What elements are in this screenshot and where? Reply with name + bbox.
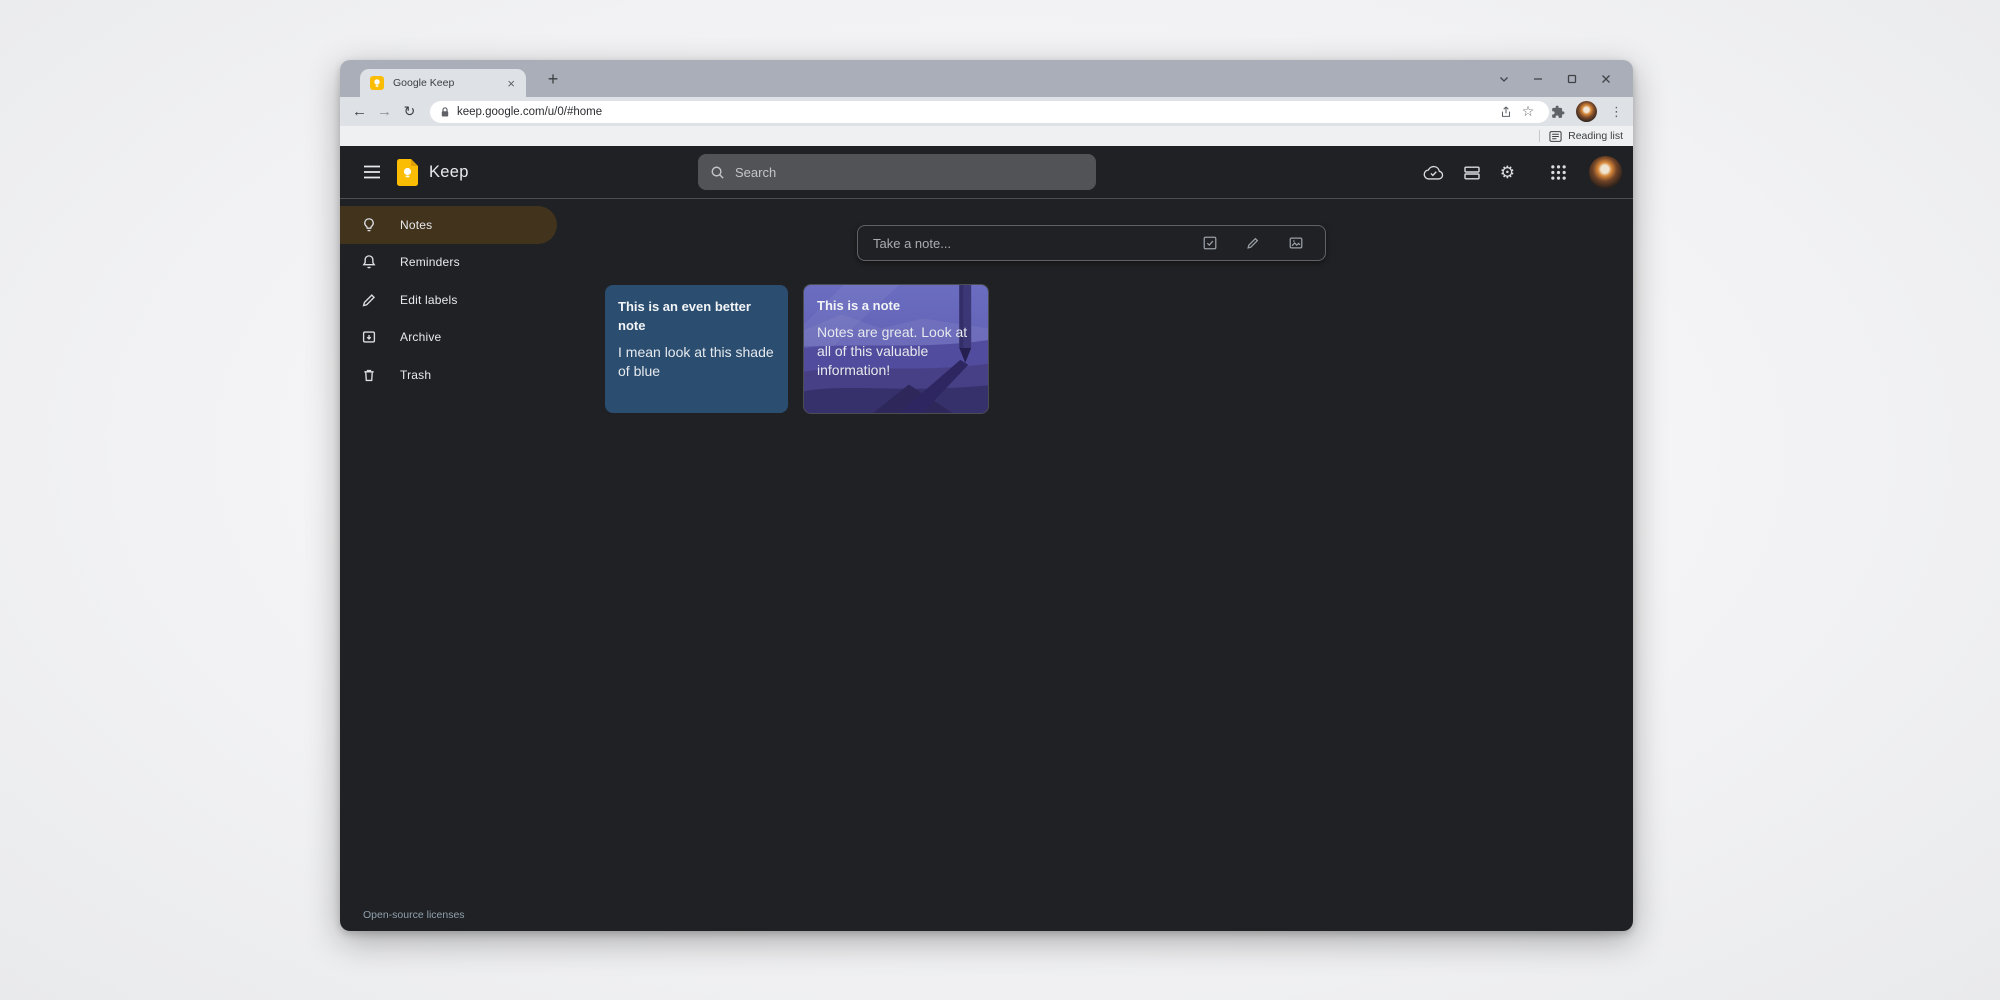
keep-search-bar[interactable] <box>698 154 1096 190</box>
sidebar-item-edit-labels[interactable]: Edit labels <box>340 281 557 319</box>
bookmarks-bar: Reading list <box>340 126 1633 146</box>
sidebar-item-notes[interactable]: Notes <box>340 206 557 244</box>
bookmark-star-icon[interactable]: ☆ <box>1517 103 1539 120</box>
new-checkbox-list-icon[interactable] <box>1202 235 1218 251</box>
url-text: keep.google.com/u/0/#home <box>457 106 1495 118</box>
browser-toolbar: ← → ↻ keep.google.com/u/0/#home ☆ ⋮ <box>340 97 1633 126</box>
note-card-blue[interactable]: This is an even better note I mean look … <box>605 285 788 413</box>
sidebar-item-label: Archive <box>400 330 441 344</box>
close-window-icon[interactable] <box>1589 60 1623 97</box>
keep-appbar: Keep ⚙ <box>340 146 1633 199</box>
sidebar: Notes Reminders Edit labels Archive <box>340 206 620 394</box>
browser-menu-chevron-icon[interactable] <box>1487 60 1521 97</box>
browser-profile-avatar[interactable] <box>1576 101 1597 122</box>
sidebar-item-label: Notes <box>400 218 432 232</box>
new-tab-button[interactable]: + <box>540 66 566 92</box>
keep-app: Keep ⚙ <box>340 146 1633 931</box>
note-title: This is a note <box>817 297 975 316</box>
tab-title: Google Keep <box>393 77 505 89</box>
sidebar-item-label: Edit labels <box>400 293 458 307</box>
sidebar-item-label: Reminders <box>400 255 460 269</box>
minimize-icon[interactable] <box>1521 60 1555 97</box>
note-title: This is an even better note <box>618 298 775 336</box>
reading-list-button[interactable]: Reading list <box>1568 130 1623 142</box>
extensions-puzzle-icon[interactable] <box>1551 105 1565 119</box>
window-controls <box>1487 60 1623 97</box>
pencil-icon <box>360 291 378 309</box>
search-icon <box>710 165 725 180</box>
list-view-icon[interactable] <box>1463 164 1481 182</box>
open-source-licenses-link[interactable]: Open-source licenses <box>363 909 465 921</box>
keep-header-actions: ⚙ <box>1423 146 1622 199</box>
main-menu-hamburger-icon[interactable] <box>359 159 385 185</box>
composer-placeholder: Take a note... <box>873 236 1202 251</box>
reading-list-icon <box>1549 130 1562 143</box>
reload-button[interactable]: ↻ <box>397 99 422 124</box>
toolbar-right-icons: ⋮ <box>1551 97 1625 126</box>
settings-gear-icon[interactable]: ⚙ <box>1500 163 1515 183</box>
sidebar-item-label: Trash <box>400 368 431 382</box>
forward-button[interactable]: → <box>372 99 397 124</box>
lock-icon <box>440 106 450 118</box>
maximize-icon[interactable] <box>1555 60 1589 97</box>
note-card-purple-artwork[interactable]: This is a note Notes are great. Look at … <box>803 284 989 414</box>
google-apps-grid-icon[interactable] <box>1550 164 1567 181</box>
sidebar-item-archive[interactable]: Archive <box>340 319 557 357</box>
tab-strip: Google Keep × + <box>340 60 1633 97</box>
note-body: I mean look at this shade of blue <box>618 343 775 381</box>
tab-google-keep[interactable]: Google Keep × <box>360 69 526 97</box>
composer-actions <box>1202 235 1304 251</box>
new-image-icon[interactable] <box>1288 235 1304 251</box>
sidebar-item-reminders[interactable]: Reminders <box>340 244 557 282</box>
sidebar-item-trash[interactable]: Trash <box>340 356 557 394</box>
take-a-note-composer[interactable]: Take a note... <box>857 225 1326 261</box>
app-title: Keep <box>429 163 469 182</box>
share-icon[interactable] <box>1495 105 1517 119</box>
cloud-synced-icon[interactable] <box>1423 164 1444 181</box>
note-content: This is a note Notes are great. Look at … <box>804 285 988 413</box>
browser-window: Google Keep × + ← → ↻ <box>340 60 1633 931</box>
lightbulb-icon <box>360 216 378 234</box>
keep-favicon-icon <box>369 75 385 91</box>
note-body: Notes are great. Look at all of this val… <box>817 323 975 380</box>
archive-icon <box>360 328 378 346</box>
back-button[interactable]: ← <box>347 99 372 124</box>
search-input[interactable] <box>735 165 1084 180</box>
new-drawing-icon[interactable] <box>1245 235 1261 251</box>
address-bar[interactable]: keep.google.com/u/0/#home ☆ <box>430 101 1549 123</box>
trash-icon <box>360 366 378 384</box>
keep-logo-icon[interactable] <box>396 158 419 187</box>
browser-menu-dots-icon[interactable]: ⋮ <box>1608 104 1625 120</box>
tab-close-icon[interactable]: × <box>505 77 517 90</box>
bell-icon <box>360 253 378 271</box>
account-avatar[interactable] <box>1589 156 1622 189</box>
bookmarks-divider <box>1539 130 1540 142</box>
